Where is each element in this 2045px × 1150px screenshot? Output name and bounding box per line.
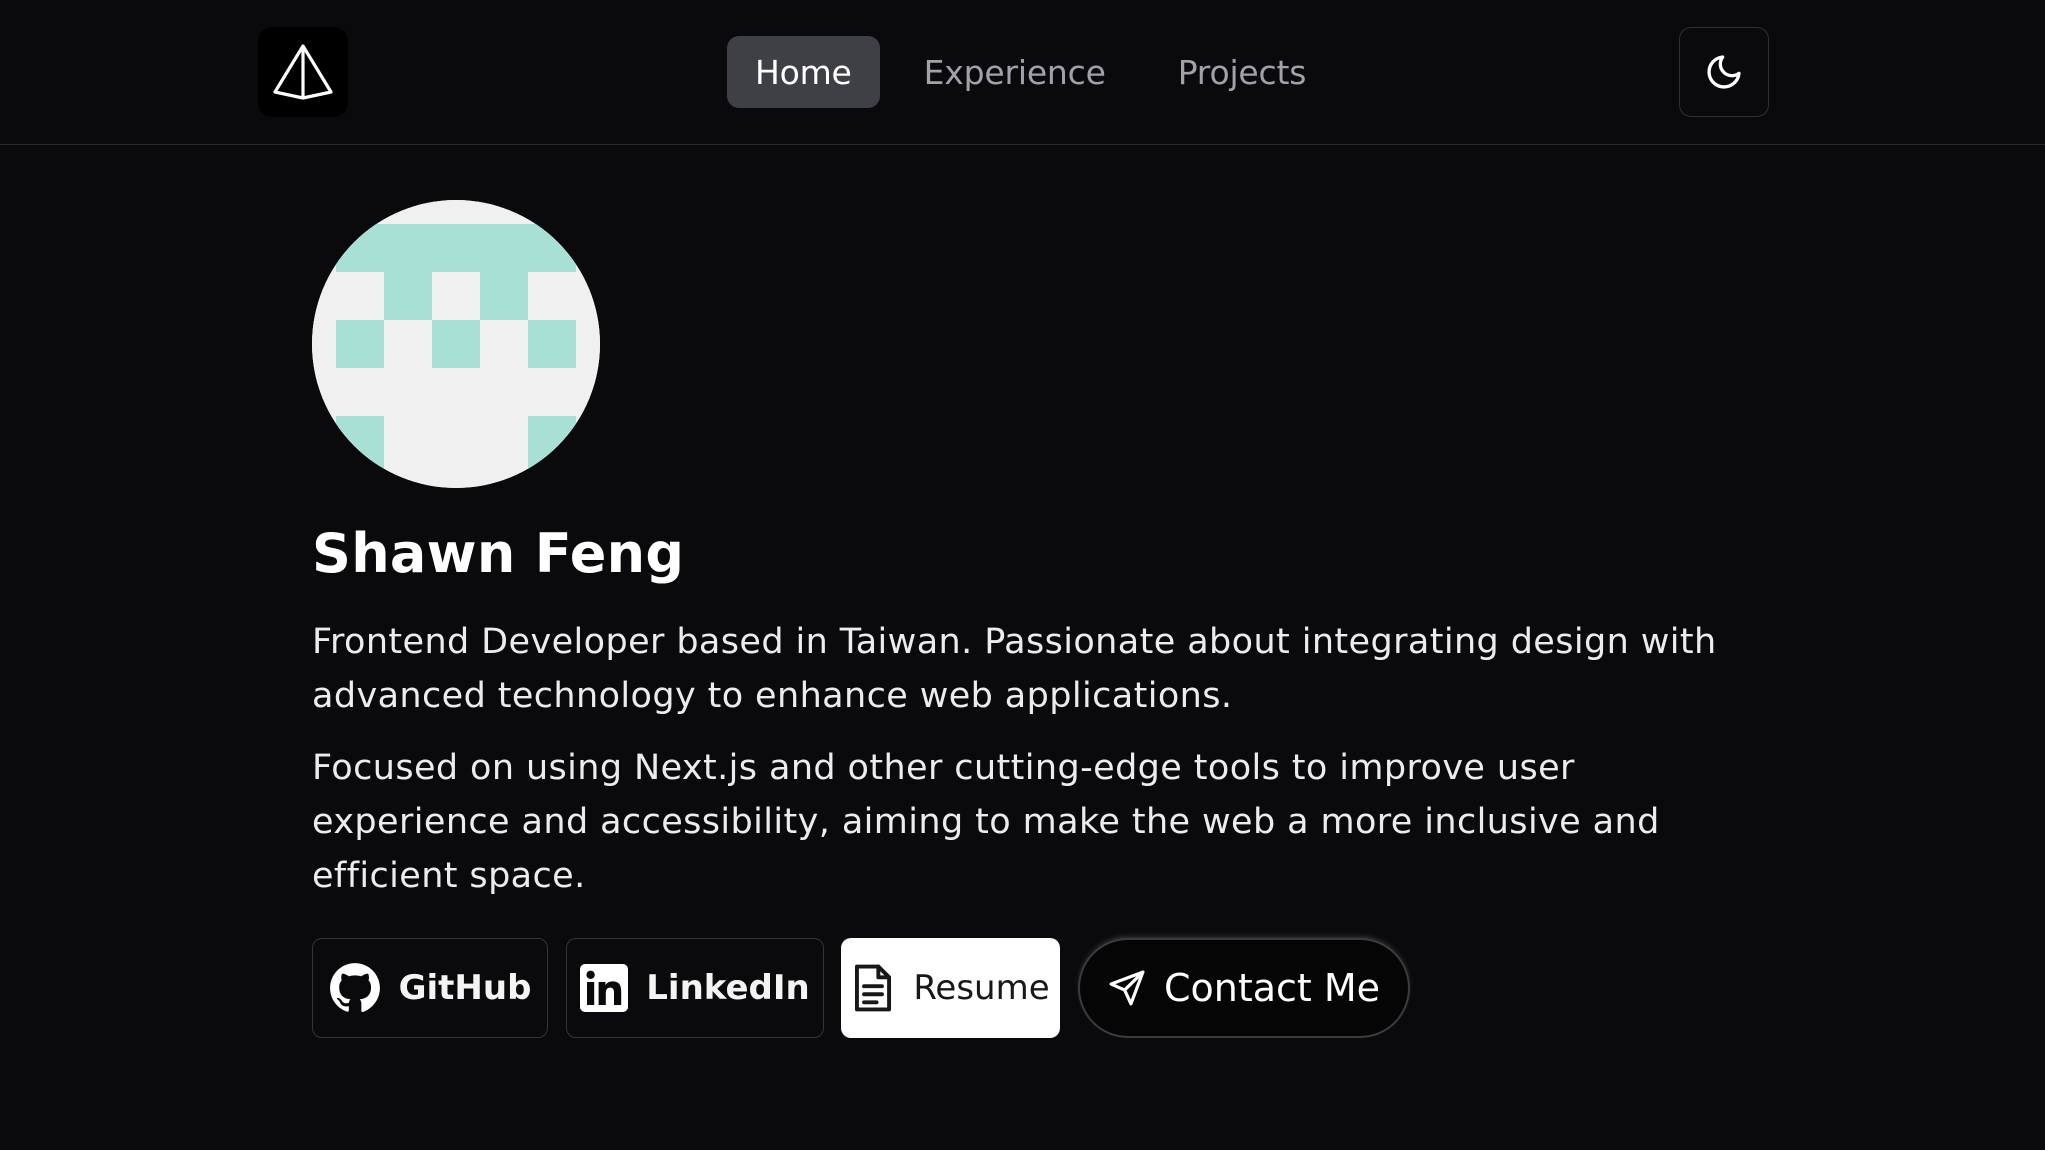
linkedin-button[interactable]: LinkedIn [566, 938, 824, 1038]
github-icon [329, 962, 381, 1014]
nav-projects[interactable]: Projects [1150, 36, 1335, 108]
nav-home[interactable]: Home [727, 36, 880, 108]
resume-button[interactable]: Resume [841, 938, 1060, 1038]
linkedin-label: LinkedIn [646, 968, 810, 1008]
github-button[interactable]: GitHub [312, 938, 548, 1038]
contact-me-label: Contact Me [1163, 966, 1381, 1010]
github-label: GitHub [398, 968, 532, 1008]
document-icon [851, 963, 895, 1013]
avatar [312, 200, 600, 488]
nav-experience[interactable]: Experience [896, 36, 1134, 108]
site-header: Home Experience Projects [0, 0, 2045, 145]
theme-toggle-button[interactable] [1679, 27, 1769, 117]
contact-me-button[interactable]: Contact Me [1078, 938, 1410, 1038]
send-icon [1108, 969, 1146, 1007]
profile-name: Shawn Feng [312, 522, 685, 585]
pixel-identicon-avatar [312, 200, 600, 488]
logo-button[interactable] [258, 27, 348, 117]
bio-paragraph-2: Focused on using Next.js and other cutti… [312, 748, 1660, 896]
resume-label: Resume [913, 968, 1050, 1008]
pyramid-logo-icon [271, 40, 335, 104]
linkedin-icon [580, 964, 629, 1012]
moon-icon [1704, 52, 1744, 92]
main-nav: Home Experience Projects [727, 36, 1334, 108]
bio-paragraph-1: Frontend Developer based in Taiwan. Pass… [312, 622, 1717, 716]
